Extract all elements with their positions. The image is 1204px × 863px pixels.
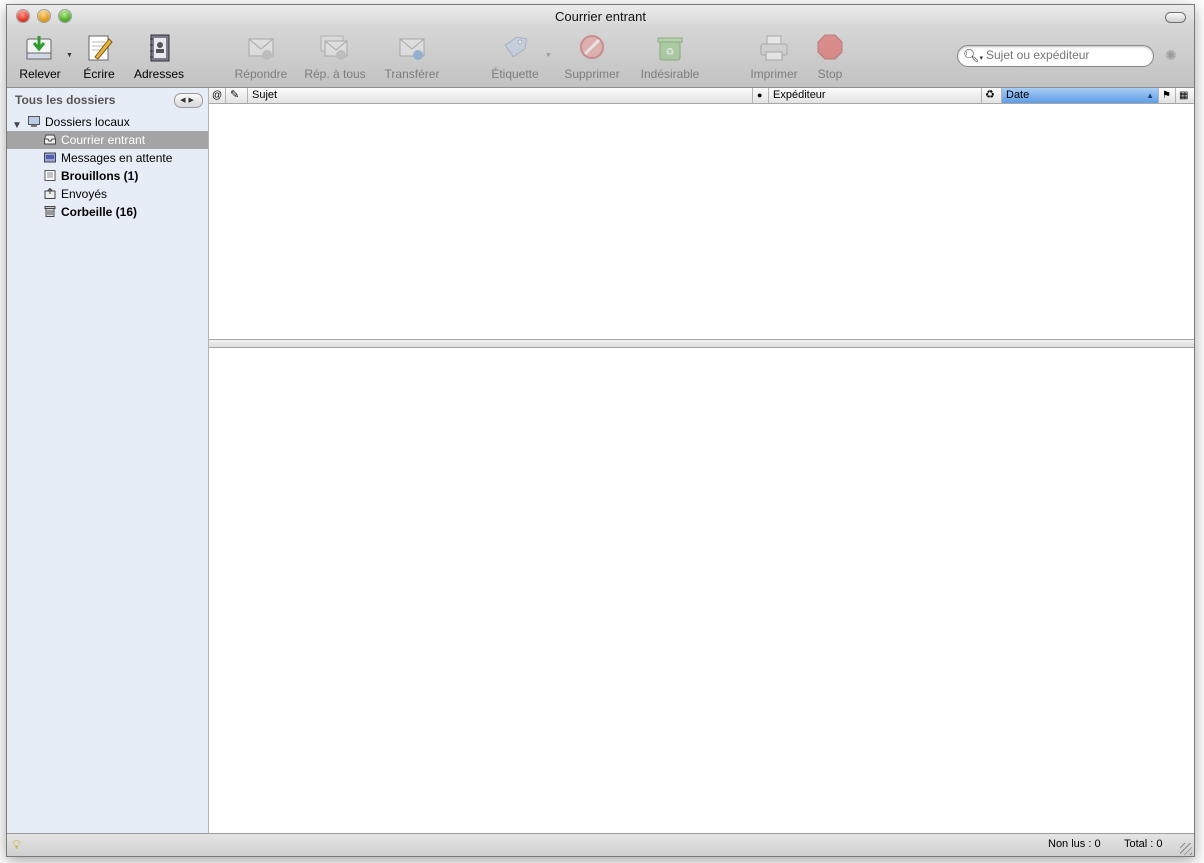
address-book-icon [150, 34, 170, 62]
column-date-label: Date [1006, 89, 1030, 101]
write-button[interactable]: Écrire [79, 33, 119, 81]
activity-spinner-icon: ✺ [1165, 47, 1177, 63]
thread-icon: @ [212, 90, 223, 101]
folder-view-title: Tous les dossiers [15, 93, 116, 107]
stop-label: Stop [817, 67, 843, 81]
get-mail-button[interactable]: Relever [15, 33, 65, 81]
folder-label: Corbeille (16) [61, 205, 138, 219]
reply-button[interactable]: Répondre [233, 33, 289, 81]
delete-icon [580, 35, 604, 59]
column-attachment[interactable]: ✎ [226, 88, 248, 103]
mail-window: Courrier entrant Relever ▼ Écrire Adress… [6, 4, 1195, 857]
sidebar-item-inbox[interactable]: Courrier entrant [7, 131, 208, 149]
status-bar: 💡︎ Non lus : 0 Total : 0 [7, 833, 1194, 856]
folder-label: Messages en attente [61, 151, 173, 165]
tag-icon [504, 36, 528, 58]
local-folders-icon [28, 116, 40, 127]
print-button[interactable]: Imprimer [748, 33, 800, 81]
sent-icon [44, 188, 56, 199]
column-thread[interactable]: @ [209, 88, 226, 103]
column-junk-status[interactable]: ♻ [982, 88, 1002, 103]
sidebar-item-drafts[interactable]: Brouillons (1) [7, 167, 208, 185]
addresses-button[interactable]: Adresses [132, 33, 186, 81]
reply-all-button[interactable]: Rép. à tous [304, 33, 366, 81]
unread-count: Non lus : 0 [1048, 838, 1101, 850]
message-preview-pane [209, 348, 1194, 833]
column-date[interactable]: Date ▲ [1002, 88, 1159, 103]
write-label: Écrire [83, 67, 115, 81]
get-mail-icon [26, 36, 52, 60]
folder-pane: Tous les dossiers ◀▶ ▼ Dossiers locaux C… [7, 88, 209, 833]
forward-button[interactable]: Transférer [382, 33, 442, 81]
toolbar-toggle-button[interactable] [1165, 12, 1186, 23]
junk-button[interactable]: ♻ Indésirable [638, 33, 702, 81]
sidebar-item-outbox[interactable]: Messages en attente [7, 149, 208, 167]
column-flag[interactable]: ⚑ [1159, 88, 1176, 103]
folder-label: Brouillons (1) [61, 169, 139, 183]
read-dot-icon: ● [757, 90, 763, 100]
outbox-icon [44, 152, 56, 163]
search-icon[interactable]: 🔍︎▾ [963, 48, 983, 64]
addresses-label: Adresses [133, 67, 185, 81]
message-list-header: @ ✎ Sujet ● Expéditeur ♻ Date ▲ ⚑ ▦ [209, 88, 1194, 104]
search-field[interactable]: 🔍︎▾ [957, 45, 1154, 67]
tree-row-local-folders[interactable]: ▼ Dossiers locaux [7, 113, 208, 131]
delete-label: Supprimer [564, 67, 620, 81]
window-title: Courrier entrant [554, 9, 647, 24]
lightbulb-icon: 💡︎ [12, 837, 22, 852]
sidebar-item-sent[interactable]: Envoyés [7, 185, 208, 203]
reply-all-label: Rép. à tous [304, 67, 366, 81]
column-picker-icon: ▦ [1179, 90, 1189, 101]
column-read-status[interactable]: ● [753, 88, 769, 103]
stop-button[interactable]: Stop [813, 33, 847, 81]
reply-label: Répondre [234, 67, 288, 81]
title-bar: Courrier entrant [7, 5, 1194, 27]
reply-all-icon [320, 35, 348, 60]
search-input[interactable] [986, 48, 1146, 62]
tag-button[interactable]: Étiquette [487, 33, 543, 81]
delete-button[interactable]: Supprimer [562, 33, 622, 81]
column-picker[interactable]: ▦ [1176, 88, 1194, 103]
recycle-icon: ♻ [985, 89, 995, 101]
pane-splitter[interactable] [209, 339, 1194, 348]
forward-icon [399, 38, 425, 60]
stop-icon [817, 34, 843, 60]
inbox-icon [44, 134, 56, 145]
forward-label: Transférer [384, 67, 440, 81]
junk-icon: ♻ [657, 37, 683, 61]
total-count: Total : 0 [1124, 838, 1163, 850]
column-subject-label: Sujet [252, 89, 278, 101]
message-list[interactable]: @ ✎ Sujet ● Expéditeur ♻ Date ▲ ⚑ ▦ [209, 88, 1194, 339]
column-sender-label: Expéditeur [773, 89, 826, 101]
svg-text:♻: ♻ [666, 47, 675, 58]
tag-dropdown-icon[interactable]: ▼ [545, 52, 552, 59]
local-folders-label: Dossiers locaux [45, 115, 130, 129]
folder-label: Courrier entrant [61, 133, 146, 147]
sidebar-item-trash[interactable]: Corbeille (16) [7, 203, 208, 221]
junk-label: Indésirable [640, 67, 700, 81]
reply-icon [248, 38, 274, 60]
resize-grip[interactable] [1180, 843, 1192, 855]
toolbar: Relever ▼ Écrire Adresses Répondre Rép. … [7, 27, 1194, 88]
paperclip-icon: ✎ [230, 89, 240, 101]
folder-view-switcher[interactable]: ◀▶ [174, 93, 203, 108]
drafts-icon [44, 170, 56, 181]
printer-icon [760, 35, 788, 61]
column-subject[interactable]: Sujet [248, 88, 753, 103]
folder-label: Envoyés [61, 187, 108, 201]
column-sender[interactable]: Expéditeur [769, 88, 982, 103]
sort-ascending-icon: ▲ [1146, 91, 1154, 100]
print-label: Imprimer [750, 67, 798, 81]
write-icon [88, 35, 113, 61]
trash-icon [44, 206, 56, 217]
tag-label: Étiquette [491, 67, 539, 81]
get-mail-dropdown-icon[interactable]: ▼ [66, 52, 73, 59]
get-mail-label: Relever [19, 67, 61, 81]
flag-icon: ⚑ [1162, 90, 1171, 101]
